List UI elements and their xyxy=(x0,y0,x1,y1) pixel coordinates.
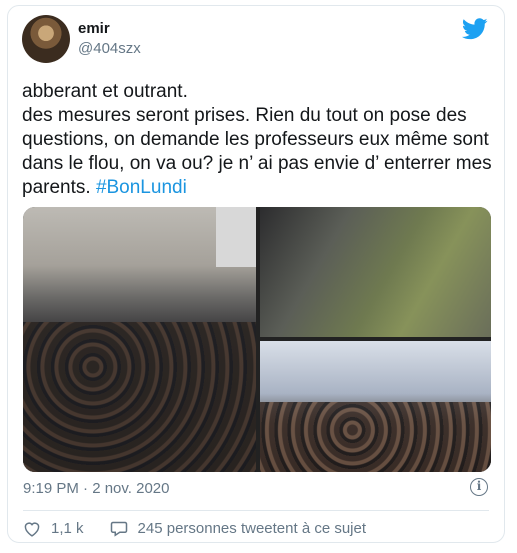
tweet-line-2: des mesures seront prises. Rien du tout … xyxy=(22,104,492,200)
action-bar: 1,1 k 245 personnes tweetent à ce sujet xyxy=(23,520,392,537)
tweet-text: abberant et outrant. des mesures seront … xyxy=(22,80,492,200)
hashtag-link[interactable]: #BonLundi xyxy=(96,177,187,198)
divider xyxy=(23,510,489,511)
twitter-bird-icon[interactable] xyxy=(462,18,488,40)
retweet-summary: 245 personnes tweetent à ce sujet xyxy=(137,520,367,537)
tweet-timestamp[interactable]: 9:19 PM · 2 nov. 2020 xyxy=(23,480,169,497)
comment-icon xyxy=(110,521,127,537)
conversation-button[interactable]: 245 personnes tweetent à ce sujet xyxy=(110,520,367,537)
tweet-body: des mesures seront prises. Rien du tout … xyxy=(22,105,492,198)
like-button[interactable]: 1,1 k xyxy=(23,520,84,537)
heart-icon xyxy=(24,521,40,537)
user-name[interactable]: emir xyxy=(78,20,110,37)
photo-crowd-outside[interactable] xyxy=(23,207,256,472)
user-handle[interactable]: @404szx xyxy=(78,40,141,57)
photo-students-walking[interactable] xyxy=(260,207,491,337)
tweet-line-1: abberant et outrant. xyxy=(22,81,188,102)
media-grid xyxy=(23,207,491,472)
tweet-card: emir @404szx abberant et outrant. des me… xyxy=(7,5,505,543)
info-icon[interactable]: i xyxy=(470,478,488,496)
photo-crowd-hallway[interactable] xyxy=(260,341,491,472)
avatar[interactable] xyxy=(22,15,70,63)
like-count: 1,1 k xyxy=(51,520,84,537)
